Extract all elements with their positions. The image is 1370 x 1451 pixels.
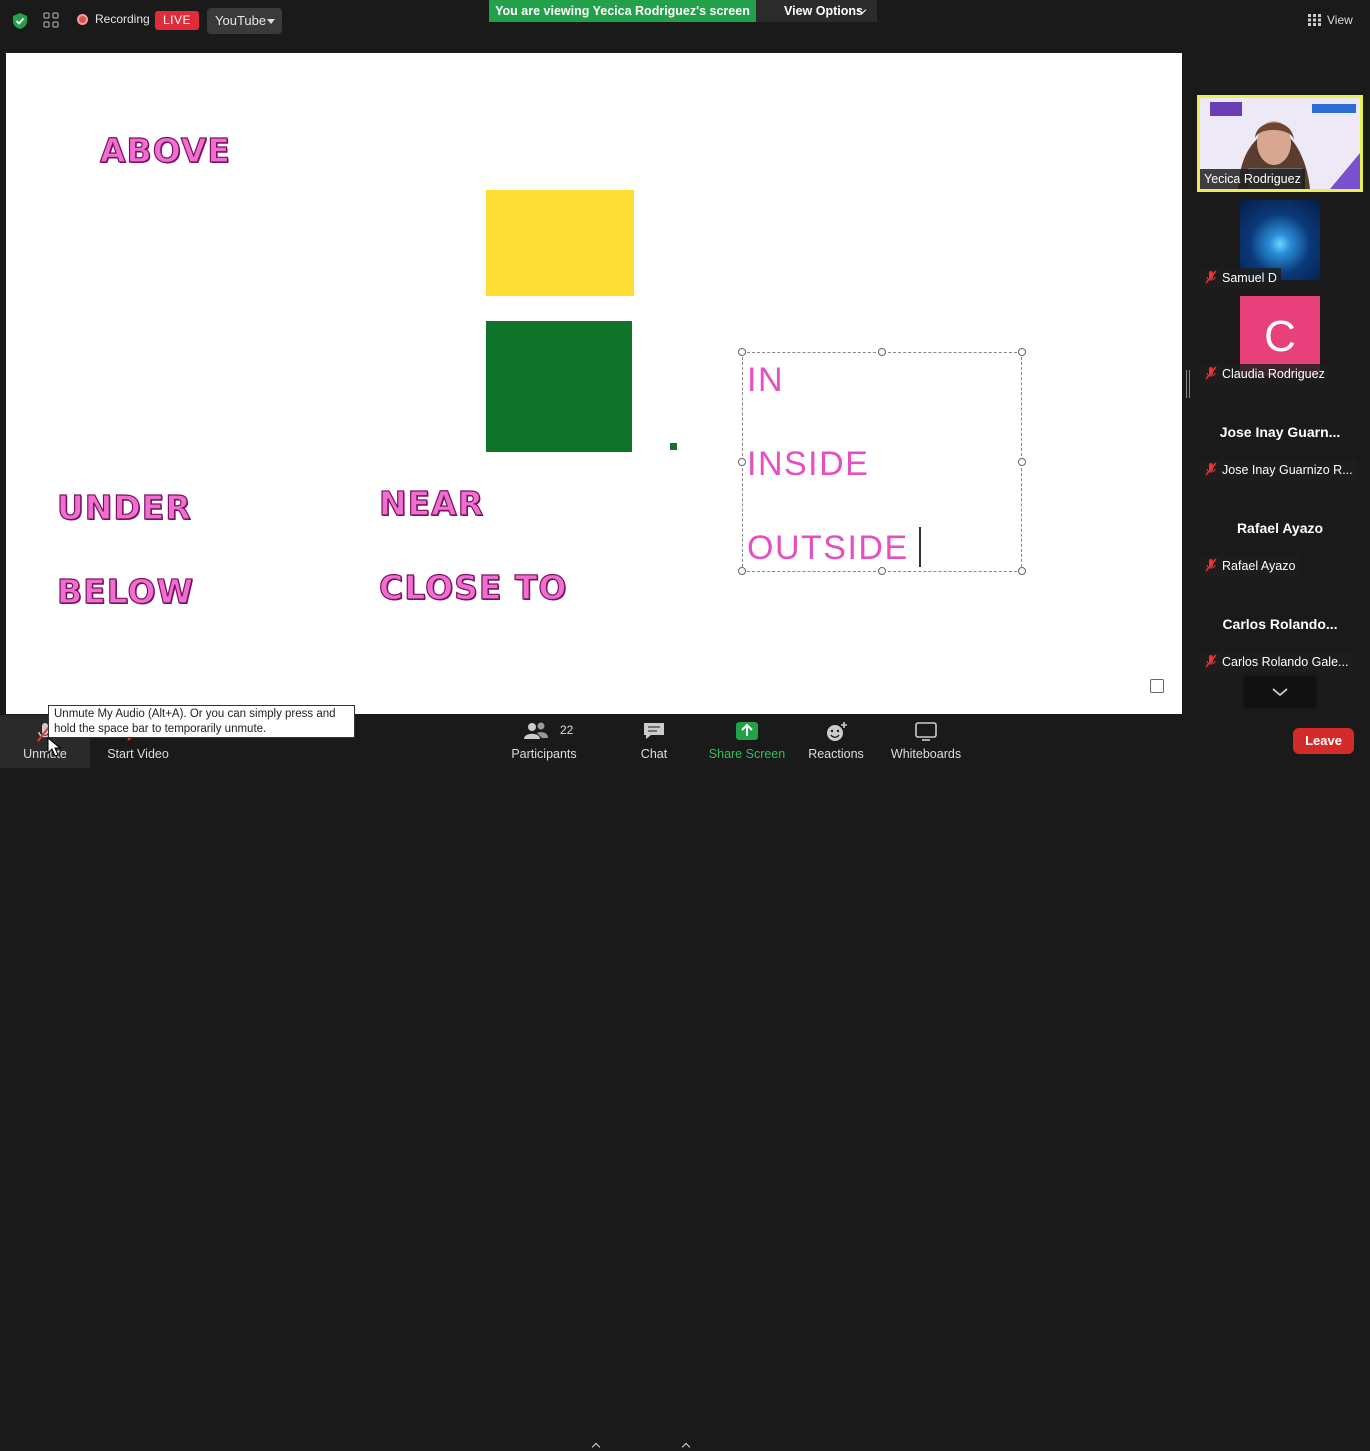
participant-name-tag: Claudia Rodriguez [1200,364,1329,384]
participant-tile[interactable]: Rafael Ayazo Rafael Ayazo [1200,488,1360,576]
participant-name-tag: Yecica Rodriguez [1200,169,1305,189]
security-shield-icon[interactable] [12,12,28,30]
whiteboard-icon [915,722,937,741]
caret-down-icon [267,19,275,24]
participant-display-name: Carlos Rolando... [1222,616,1338,632]
textbox-line-in: IN [747,361,784,399]
participant-name: Carlos Rolando Gale... [1222,655,1349,669]
view-grid-icon [1308,14,1321,26]
resize-handle[interactable] [1018,458,1026,466]
word-below: BELOW [56,571,194,611]
resize-handle[interactable] [878,348,886,356]
word-near: NEAR [378,483,485,523]
reactions-smiley-icon [827,722,847,741]
textbox-line-outside: OUTSIDE [747,529,909,567]
whiteboards-button[interactable]: Whiteboards [886,715,966,768]
shared-screen-area: ABOVE UNDER BELOW NEAR CLOSE TO IN INSID… [6,53,1182,714]
chat-button[interactable]: Chat [630,715,678,768]
active-speaker-tile[interactable]: Yecica Rodriguez [1197,95,1363,192]
text-cursor [919,527,921,567]
muted-mic-icon [1205,462,1217,476]
green-square [486,321,632,452]
participant-tile[interactable]: Jose Inay Guarn... Jose Inay Guarnizo R.… [1200,392,1360,480]
participants-count: 22 [560,723,574,737]
view-label: View [1327,13,1353,27]
muted-mic-icon [1205,270,1217,284]
unmute-tooltip: Unmute My Audio (Alt+A). Or you can simp… [48,705,355,738]
word-above: ABOVE [99,130,231,170]
participants-icon [524,722,548,739]
muted-mic-icon [1205,366,1217,380]
muted-mic-icon [1205,654,1217,668]
participant-display-name: Rafael Ayazo [1236,520,1324,536]
share-screen-label: Share Screen [708,747,786,761]
participant-tile[interactable]: Samuel D [1200,200,1360,288]
meeting-top-bar: Recording LIVE YouTube You are viewing Y… [0,0,1370,44]
view-options-button[interactable]: View Options [756,0,877,22]
chevron-down-icon [1272,688,1288,697]
participant-name: Samuel D [1222,271,1277,285]
participants-label: Participants [511,747,577,761]
mouse-pointer-icon [47,737,61,757]
view-options-label: View Options [784,4,863,18]
whiteboards-label: Whiteboards [890,747,962,761]
unmute-label: Unmute [23,747,67,761]
yellow-square [486,190,634,296]
participant-name: Claudia Rodriguez [1222,367,1325,381]
participants-options-caret-icon[interactable] [591,1442,601,1451]
viewing-screen-banner: You are viewing Yecica Rodriguez's scree… [489,0,756,22]
participants-button[interactable]: 22 Participants [508,715,580,768]
word-close-to: CLOSE TO [378,567,568,607]
resize-handle[interactable] [878,567,886,575]
participant-name-tag: Samuel D [1200,268,1281,288]
panel-resize-handle[interactable] [1186,370,1190,398]
participant-name: Rafael Ayazo [1222,559,1296,573]
resize-handle[interactable] [738,348,746,356]
recording-label: Recording [95,12,150,26]
resize-handle[interactable] [1018,348,1026,356]
participant-name-tag: Jose Inay Guarnizo R... [1200,460,1357,480]
chat-icon [644,723,664,739]
view-button[interactable]: View [1300,8,1360,32]
reactions-button[interactable]: Reactions [806,715,866,768]
gallery-scroll-down-button[interactable] [1243,676,1317,708]
annotate-expand-icon[interactable] [1150,679,1164,693]
leave-button[interactable]: Leave [1293,728,1354,754]
resize-handle[interactable] [738,567,746,575]
green-dot [670,443,677,450]
share-screen-icon [736,722,758,740]
apps-grid-icon[interactable] [43,12,59,28]
textbox-line-inside: INSIDE [747,445,870,483]
participant-tile[interactable]: C Claudia Rodriguez [1200,296,1360,384]
participant-name-tag: Rafael Ayazo [1200,556,1300,576]
stream-target-label: YouTube [215,13,267,28]
participant-name-tag: Carlos Rolando Gale... [1200,652,1353,672]
participant-tile[interactable]: Carlos Rolando... Carlos Rolando Gale... [1200,584,1360,672]
muted-mic-icon [1205,558,1217,572]
start-video-label: Start Video [107,747,169,761]
selected-text-box[interactable]: IN INSIDE OUTSIDE [738,348,1026,575]
resize-handle[interactable] [1018,567,1026,575]
share-screen-button[interactable]: Share Screen [708,715,786,768]
chat-options-caret-icon[interactable] [681,1442,691,1451]
resize-handle[interactable] [738,458,746,466]
participant-display-name: Jose Inay Guarn... [1219,424,1341,440]
reactions-label: Reactions [808,747,864,761]
chat-label: Chat [640,747,668,761]
recording-icon [77,14,88,25]
stream-target-dropdown[interactable]: YouTube [207,8,282,34]
live-badge: LIVE [155,11,200,30]
word-under: UNDER [56,487,192,527]
participant-name: Jose Inay Guarnizo R... [1222,463,1353,477]
